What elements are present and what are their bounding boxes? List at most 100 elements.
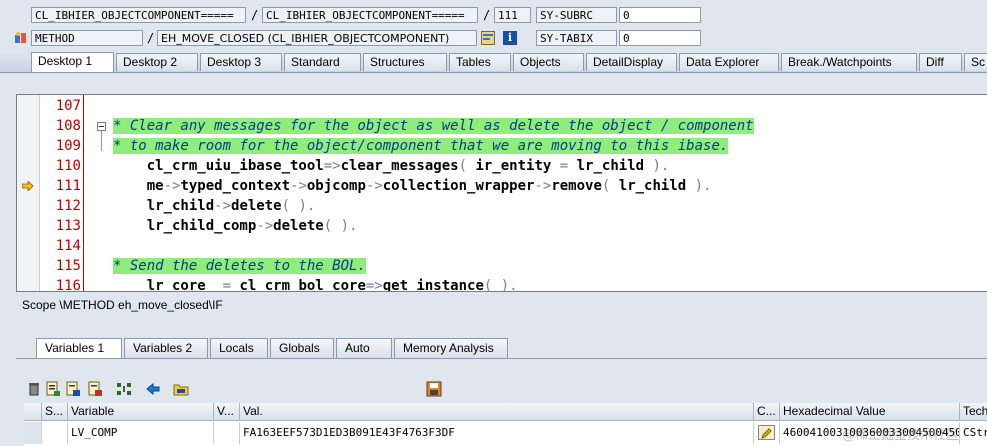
operator-text: => (323, 158, 341, 174)
fold-toggle-icon[interactable] (97, 122, 106, 131)
code-line[interactable]: 110 cl_crm_uiu_ibase_tool=>clear_message… (17, 156, 987, 176)
code-line[interactable]: 115 * Send the deletes to the BOL. (17, 256, 987, 276)
detail-icon[interactable] (45, 381, 61, 397)
grid-header-c[interactable]: C... (754, 403, 780, 421)
delete-icon[interactable] (26, 381, 42, 397)
event-field: EH_MOVE_CLOSED (CL_IBHIER_OBJECTCOMPONEN… (157, 30, 477, 46)
display-source-icon[interactable] (481, 31, 495, 45)
line-number: 115 (55, 258, 81, 274)
code-token: get_instance (382, 278, 484, 292)
operator-text: => (365, 278, 383, 292)
code-token: lr_child (568, 158, 653, 174)
tab-desktop-2[interactable]: Desktop 2 (116, 53, 198, 71)
method-icon (14, 31, 28, 45)
tab-standard[interactable]: Standard (284, 53, 361, 71)
sysvar-name-2: SY-TABIX (536, 30, 617, 46)
grid-header-val[interactable]: Val. (240, 403, 754, 421)
tab-sc[interactable]: Sc (964, 53, 987, 71)
code-token: cl_crm_bol_core (231, 278, 366, 292)
code-token: objcomp (306, 178, 366, 194)
cell-variable[interactable]: LV_COMP (68, 422, 214, 444)
operator-text: = (559, 158, 569, 174)
tab-tables[interactable]: Tables (449, 53, 511, 71)
grid-header-variable[interactable]: Variable (68, 403, 214, 421)
tab-memory-analysis[interactable]: Memory Analysis (394, 338, 508, 358)
code-line[interactable]: 116 lr_core = cl_crm_bol_core=>get_insta… (17, 276, 987, 292)
code-text: lr_child_comp->delete( ). (113, 216, 358, 236)
operator-text: ( ). (483, 278, 518, 292)
row-selector[interactable] (24, 422, 42, 444)
code-text: me->typed_context->objcomp->collection_w… (113, 176, 712, 196)
line-number: 116 (55, 278, 81, 292)
code-line[interactable]: 112 lr_child->delete( ). (17, 196, 987, 216)
grid-header-v[interactable]: V... (214, 403, 240, 421)
operator-text: ( (458, 158, 476, 174)
code-line[interactable]: 108 * Clear any messages for the object a… (17, 116, 987, 136)
line-number: 114 (55, 238, 81, 254)
code-line[interactable]: 113 lr_child_comp->delete( ). (17, 216, 987, 236)
tab-desktop-3[interactable]: Desktop 3 (200, 53, 282, 71)
operator-text: ( (601, 178, 619, 194)
code-token: delete (231, 198, 282, 214)
cell-tech: CStri (960, 422, 987, 444)
tab-desktop-1[interactable]: Desktop 1 (31, 52, 114, 72)
pencil-icon[interactable] (758, 425, 775, 440)
grid-header-hex[interactable]: Hexadecimal Value (780, 403, 960, 421)
code-token: clear_messages (340, 158, 459, 174)
save-icon[interactable] (426, 381, 442, 397)
grid-header-selector[interactable] (24, 403, 42, 421)
code-text: * to make room for the object/component … (113, 136, 729, 156)
code-line[interactable]: 114 (17, 236, 987, 256)
watermark: @稀土掘金技术社区 (842, 428, 960, 443)
tab-breakpoints[interactable]: Break./Watchpoints (781, 53, 917, 71)
cell-v (214, 422, 240, 444)
folder-icon[interactable] (173, 381, 189, 397)
cell-s (42, 422, 68, 444)
load-variants-icon[interactable] (65, 381, 81, 397)
code-line[interactable]: 109 * to make room for the object/compone… (17, 136, 987, 156)
include-field: CL_IBHIER_OBJECTCOMPONENT===== (262, 7, 478, 23)
tab-data-explorer[interactable]: Data Explorer (679, 53, 779, 71)
code-token: typed_context (180, 178, 291, 194)
code-text: lr_core = cl_crm_bol_core=>get_instance(… (113, 276, 518, 292)
operator-text: = (222, 278, 232, 292)
tab-detaildisplay[interactable]: DetailDisplay (586, 53, 677, 71)
save-variants-icon[interactable] (87, 381, 103, 397)
operator-text: ). (694, 178, 712, 194)
tab-diff[interactable]: Diff (919, 53, 962, 71)
grid-header-s[interactable]: S... (42, 403, 68, 421)
operator-text: ( ). (323, 218, 358, 234)
operator-text: ). (652, 158, 670, 174)
tab-globals[interactable]: Globals (270, 338, 334, 358)
code-line[interactable]: 111 me->typed_context->objcomp->collecti… (17, 176, 987, 196)
cell-c[interactable] (754, 422, 780, 444)
tab-objects[interactable]: Objects (513, 53, 584, 71)
sysvar-value-1[interactable]: 0 (619, 7, 701, 23)
hierarchy-icon[interactable] (116, 381, 132, 397)
source-editor[interactable]: 107 108 * Clear any messages for the objec… (16, 94, 987, 292)
tab-auto[interactable]: Auto (336, 338, 392, 358)
code-token: cl_crm_uiu_ibase_tool (113, 158, 324, 174)
line-number: 109 (55, 138, 81, 154)
tab-locals[interactable]: Locals (210, 338, 268, 358)
operator-text: -> (214, 198, 232, 214)
comment-text: * to make room for the object/component … (113, 138, 729, 154)
code-text: lr_child->delete( ). (113, 196, 316, 216)
tab-variables-1[interactable]: Variables 1 (36, 338, 122, 358)
sysvar-name-1: SY-SUBRC (536, 7, 617, 23)
code-token: me (113, 178, 164, 194)
code-line[interactable]: 107 (17, 96, 987, 116)
code-token: ir_entity (475, 158, 560, 174)
move-icon[interactable] (145, 381, 161, 397)
operator-text: ( ). (281, 198, 316, 214)
line-number: 111 (55, 178, 81, 194)
code-text: * Clear any messages for the object as w… (113, 116, 754, 136)
operator-text: -> (534, 178, 552, 194)
grid-header-tech[interactable]: Tech (960, 403, 987, 421)
sysvar-value-2[interactable]: 0 (619, 30, 701, 46)
tab-structures[interactable]: Structures (363, 53, 447, 71)
separator: / (483, 8, 491, 22)
tab-variables-2[interactable]: Variables 2 (124, 338, 208, 358)
info-icon[interactable]: i (503, 31, 517, 45)
separator: / (147, 31, 155, 45)
